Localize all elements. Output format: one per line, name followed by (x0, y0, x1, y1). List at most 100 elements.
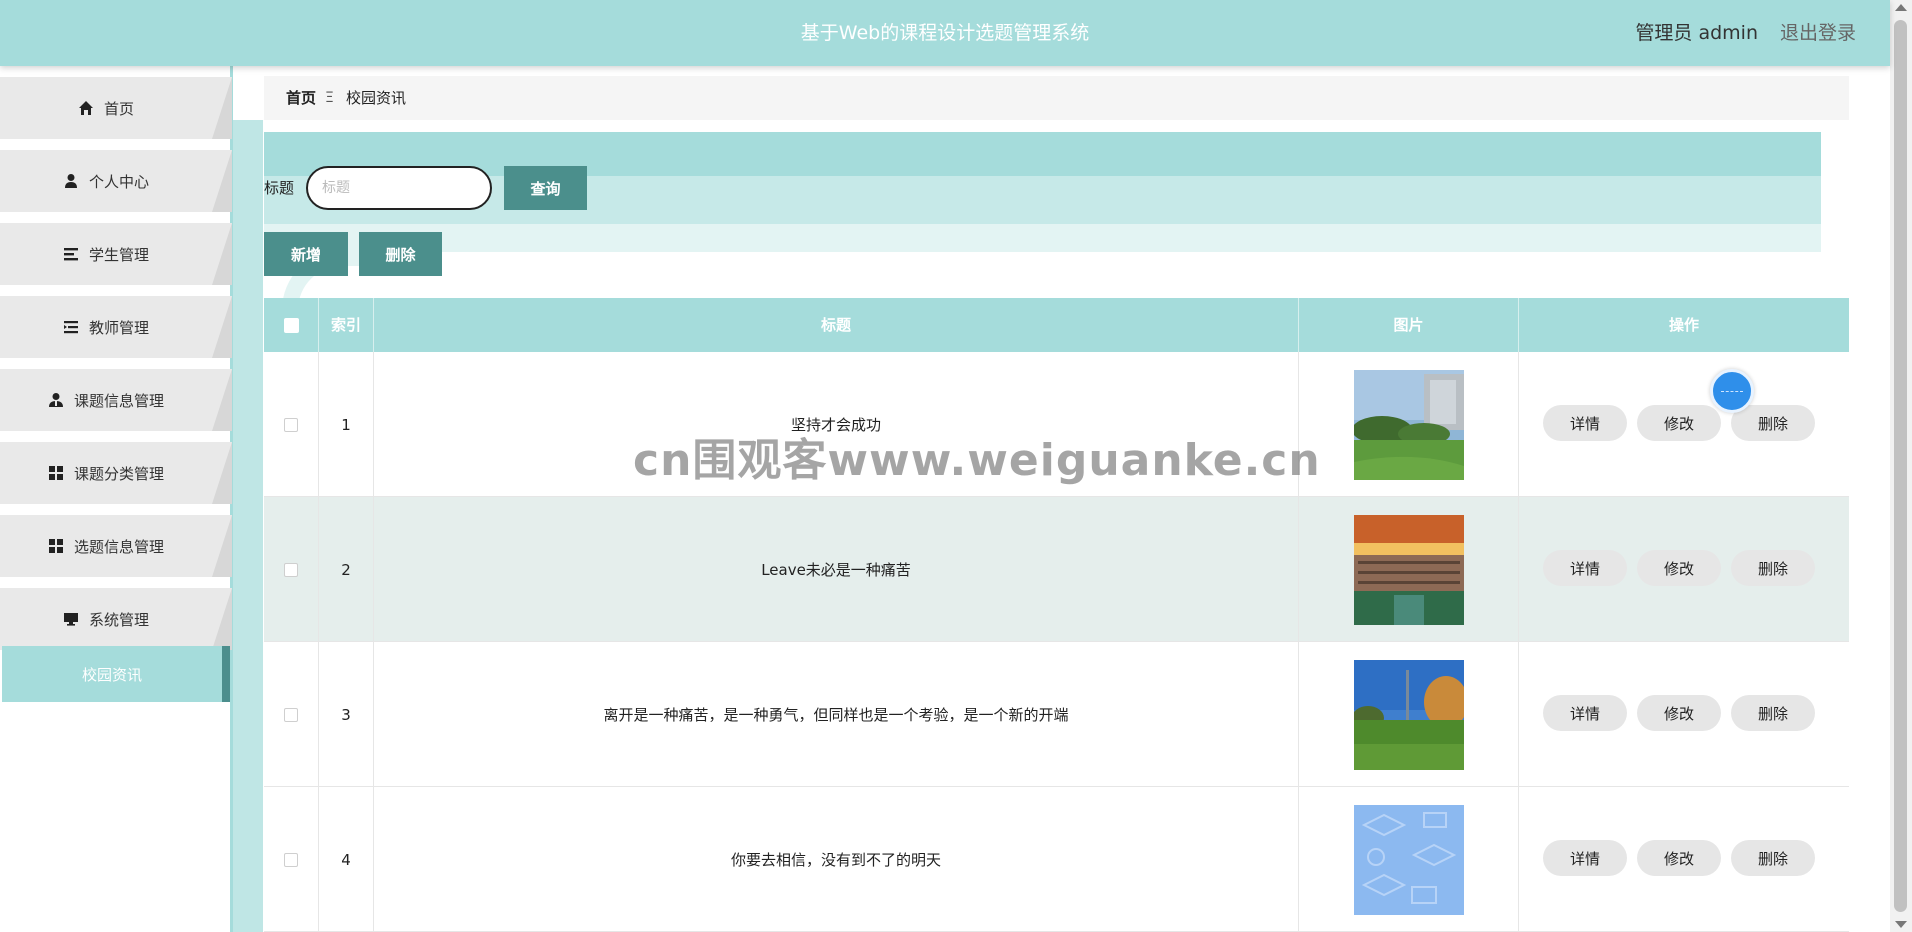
search-input[interactable] (306, 166, 492, 210)
row-index: 2 (319, 497, 374, 642)
sidebar-item-tab (212, 588, 232, 650)
decor-stripe (264, 132, 1821, 176)
row-checkbox[interactable] (284, 417, 298, 432)
watermark: cn围观客www.weiguanke.cn (633, 435, 1321, 486)
floating-assistant-icon[interactable] (1710, 369, 1754, 413)
campus-sunset-photo[interactable] (1353, 514, 1464, 625)
table-row: 4 你要去相信，没有到不了的明天 详情 修改 删除 (264, 787, 1849, 932)
row-delete-button[interactable]: 删除 (1731, 840, 1815, 876)
select-all-cell (264, 298, 319, 352)
breadcrumb-home[interactable]: 首页 (286, 76, 316, 120)
sidebar-item-tab (212, 369, 232, 431)
row-image-cell (1299, 497, 1519, 642)
app-title: 基于Web的课程设计选题管理系统 (800, 22, 1090, 44)
campus-field-photo[interactable] (1353, 659, 1464, 770)
decor-stripe (264, 176, 1821, 224)
grid-icon (48, 465, 64, 481)
sidebar-item-topic-info[interactable]: 课题信息管理 (0, 369, 232, 431)
query-button[interactable]: 查询 (504, 166, 587, 210)
news-table: 索引 标题 图片 操作 1 坚持才会成功 详情 修改 删除 2 Leave未必是… (264, 298, 1849, 932)
sidebar-item-label: 选题信息管理 (73, 537, 164, 556)
detail-button[interactable]: 详情 (1543, 695, 1627, 731)
sidebar-item-system[interactable]: 系统管理 (0, 588, 232, 650)
header-title: 标题 (374, 298, 1299, 352)
sidebar-item-selection-info[interactable]: 选题信息管理 (0, 515, 232, 577)
detail-button[interactable]: 详情 (1543, 550, 1627, 586)
row-ops-cell: 详情 修改 删除 (1519, 787, 1849, 932)
home-icon (78, 100, 94, 116)
scroll-up-arrow-icon[interactable] (1895, 4, 1907, 11)
table-header: 索引 标题 图片 操作 (264, 298, 1849, 352)
row-index: 1 (319, 352, 374, 497)
breadcrumb-current: 校园资讯 (346, 89, 407, 107)
row-ops-cell: 详情 修改 删除 (1519, 642, 1849, 787)
sidebar-item-tab (212, 442, 232, 504)
row-title: 你要去相信，没有到不了的明天 (374, 787, 1299, 932)
school-pattern-image[interactable] (1353, 804, 1464, 915)
header-ops: 操作 (1668, 316, 1699, 334)
edit-button[interactable]: 修改 (1637, 840, 1721, 876)
sidebar-item-tab (212, 150, 232, 212)
edit-button[interactable]: 修改 (1637, 550, 1721, 586)
indent-list-icon (63, 319, 79, 335)
select-all-checkbox[interactable] (283, 317, 299, 333)
detail-button[interactable]: 详情 (1543, 405, 1627, 441)
scroll-down-arrow-icon[interactable] (1895, 921, 1907, 928)
sidebar-item-personal-center[interactable]: 个人中心 (0, 150, 232, 212)
row-delete-button[interactable]: 删除 (1731, 695, 1815, 731)
row-image-cell (1299, 787, 1519, 932)
row-delete-button[interactable]: 删除 (1731, 550, 1815, 586)
row-checkbox[interactable] (284, 852, 298, 867)
page-scrollbar[interactable] (1890, 0, 1912, 932)
sidebar-item-home[interactable]: 首页 (0, 77, 232, 139)
breadcrumb-separator-icon: Ξ (325, 90, 334, 106)
sidebar-item-tab (212, 77, 232, 139)
sidebar-item-tab (212, 296, 232, 358)
sidebar-item-topic-category[interactable]: 课题分类管理 (0, 442, 232, 504)
add-button[interactable]: 新增 (264, 232, 348, 276)
logout-link[interactable]: 退出登录 (1780, 0, 1856, 66)
row-image-cell (1299, 352, 1519, 497)
row-select-cell (264, 787, 319, 932)
row-ops-cell: 详情 修改 删除 (1519, 352, 1849, 497)
monitor-icon (63, 611, 79, 627)
header-image: 图片 (1299, 298, 1519, 352)
row-checkbox[interactable] (284, 562, 298, 577)
decor-stripe (264, 224, 1821, 252)
sidebar-item-label: 首页 (103, 99, 134, 118)
row-checkbox[interactable] (284, 707, 298, 722)
row-title: Leave未必是一种痛苦 (374, 497, 1299, 642)
sidebar-item-label: 教师管理 (88, 318, 149, 337)
sidebar: 首页 个人中心 学生管理 教师管理 课题信息管理 课题分类管理 选题信息管理 系… (0, 66, 233, 932)
list-icon (63, 246, 79, 262)
row-select-cell (264, 642, 319, 787)
sidebar-item-campus-news[interactable]: 校园资讯 (2, 646, 230, 702)
sidebar-item-label: 个人中心 (88, 172, 149, 191)
edit-button[interactable]: 修改 (1637, 695, 1721, 731)
row-select-cell (264, 352, 319, 497)
sidebar-item-student-management[interactable]: 学生管理 (0, 223, 232, 285)
grid-icon (48, 538, 64, 554)
top-header: 基于Web的课程设计选题管理系统 管理员 admin 退出登录 (0, 0, 1890, 66)
table-row: 2 Leave未必是一种痛苦 详情 修改 删除 (264, 497, 1849, 642)
sidebar-item-teacher-management[interactable]: 教师管理 (0, 296, 232, 358)
sidebar-item-tab (212, 515, 232, 577)
breadcrumb: 首页 Ξ 校园资讯 (264, 76, 1849, 120)
edit-button[interactable]: 修改 (1637, 405, 1721, 441)
sidebar-item-label: 课题分类管理 (73, 464, 164, 483)
current-user: 管理员 admin (1635, 22, 1758, 44)
scroll-thumb[interactable] (1894, 20, 1907, 912)
sidebar-item-label: 系统管理 (88, 610, 149, 629)
sidebar-item-tab (212, 223, 232, 285)
detail-button[interactable]: 详情 (1543, 840, 1627, 876)
campus-lawn-photo[interactable] (1353, 369, 1464, 480)
row-ops-cell: 详情 修改 删除 (1519, 497, 1849, 642)
header-index: 索引 (319, 298, 374, 352)
row-title: 离开是一种痛苦，是一种勇气，但同样也是一个考验，是一个新的开端 (374, 642, 1299, 787)
sidebar-item-label: 课题信息管理 (73, 391, 164, 410)
table-row: 3 离开是一种痛苦，是一种勇气，但同样也是一个考验，是一个新的开端 详情 修改 … (264, 642, 1849, 787)
delete-button[interactable]: 删除 (359, 232, 442, 276)
row-index: 4 (319, 787, 374, 932)
row-delete-button[interactable]: 删除 (1731, 405, 1815, 441)
user-icon (63, 173, 79, 189)
